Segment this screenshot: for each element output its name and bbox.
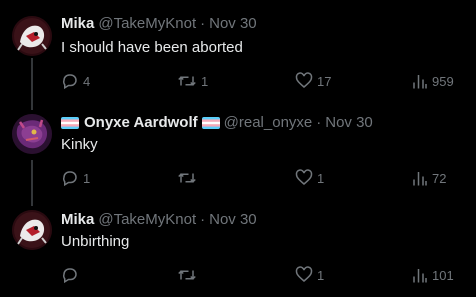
tweet-3[interactable]: Mika @TakeMyKnot · Nov 30 Unbirthing 1 1… (0, 202, 476, 297)
reply-icon (63, 268, 77, 284)
avatar[interactable] (12, 210, 52, 250)
like-count: 1 (317, 170, 325, 186)
transgender-flag-icon (201, 117, 220, 129)
avatar[interactable] (12, 114, 52, 154)
white-creature-avatar-icon (12, 16, 52, 56)
separator-dot: · (200, 211, 206, 228)
avatar[interactable] (12, 16, 52, 56)
views-icon (413, 172, 427, 186)
reply-button[interactable] (61, 265, 83, 285)
reply-icon (63, 74, 77, 90)
like-count: 17 (317, 73, 332, 89)
separator-dot: · (200, 15, 206, 32)
view-count: 101 (432, 267, 454, 283)
like-button[interactable]: 1 (295, 265, 324, 285)
tweet-text: I should have been aborted (61, 39, 243, 56)
views-button[interactable]: 72 (412, 168, 446, 188)
reply-count: 1 (83, 170, 91, 186)
like-count: 1 (317, 267, 325, 283)
reply-button[interactable]: 4 (61, 71, 90, 91)
like-button[interactable]: 1 (295, 168, 324, 188)
retweet-icon (178, 76, 196, 86)
retweet-icon (178, 270, 196, 280)
reply-button[interactable]: 1 (61, 168, 90, 188)
views-icon (413, 269, 427, 283)
retweet-icon (178, 173, 196, 183)
white-creature-avatar-icon (12, 210, 52, 250)
retweet-button[interactable]: 1 (177, 71, 208, 91)
display-name[interactable]: Onyxe Aardwolf (84, 113, 198, 133)
view-count: 72 (432, 170, 447, 186)
display-name[interactable]: Mika (61, 14, 94, 34)
tweet-text: Kinky (61, 136, 98, 153)
views-icon (413, 75, 427, 89)
tweet-2[interactable]: Onyxe Aardwolf @real_onyxe · Nov 30 Kink… (0, 102, 476, 202)
retweet-button[interactable] (177, 168, 201, 188)
heart-icon (295, 266, 313, 282)
reply-count: 4 (83, 73, 91, 89)
transgender-flag-icon (61, 117, 79, 129)
views-button[interactable]: 101 (412, 265, 454, 285)
user-handle[interactable]: @TakeMyKnot (98, 210, 196, 230)
heart-icon (295, 72, 313, 88)
timestamp[interactable]: Nov 30 (209, 210, 257, 230)
reply-icon (63, 171, 77, 187)
purple-hyena-avatar-icon (12, 114, 52, 154)
heart-icon (295, 169, 313, 185)
separator-dot: · (316, 114, 322, 131)
views-button[interactable]: 959 (412, 71, 454, 91)
tweet-text: Unbirthing (61, 233, 130, 250)
timestamp[interactable]: Nov 30 (325, 113, 373, 133)
display-name[interactable]: Mika (61, 210, 94, 230)
tweet-1[interactable]: Mika @TakeMyKnot · Nov 30 I should have … (0, 0, 476, 102)
retweet-count: 1 (201, 73, 209, 89)
timestamp[interactable]: Nov 30 (209, 14, 257, 34)
user-handle[interactable]: @TakeMyKnot (98, 14, 196, 34)
user-handle[interactable]: @real_onyxe (224, 113, 313, 133)
retweet-button[interactable] (177, 265, 201, 285)
like-button[interactable]: 17 (295, 71, 331, 91)
view-count: 959 (432, 73, 454, 89)
